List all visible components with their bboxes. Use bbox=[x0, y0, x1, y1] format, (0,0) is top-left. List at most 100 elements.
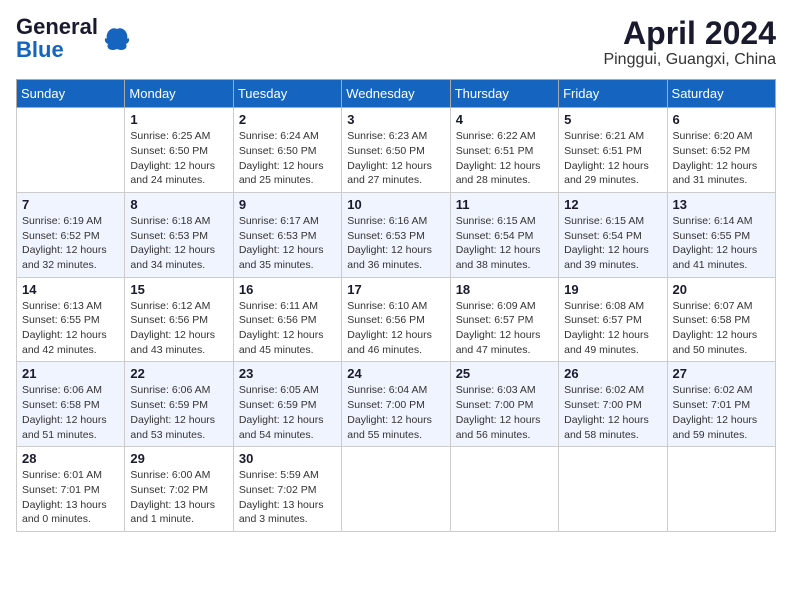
calendar-week-row: 21 Sunrise: 6:06 AMSunset: 6:58 PMDayligh… bbox=[17, 362, 776, 447]
calendar-cell: 27 Sunrise: 6:02 AMSunset: 7:01 PMDayligh… bbox=[667, 362, 775, 447]
day-number: 9 bbox=[239, 197, 336, 212]
day-number: 25 bbox=[456, 366, 553, 381]
calendar-cell: 2 Sunrise: 6:24 AMSunset: 6:50 PMDaylight… bbox=[233, 108, 341, 193]
day-info: Sunrise: 6:15 AMSunset: 6:54 PMDaylight:… bbox=[564, 214, 661, 273]
day-number: 20 bbox=[673, 282, 770, 297]
calendar-cell: 1 Sunrise: 6:25 AMSunset: 6:50 PMDaylight… bbox=[125, 108, 233, 193]
calendar-cell: 23Sunrise: 6:05 AMSunset: 6:59 PMDayligh… bbox=[233, 362, 341, 447]
day-info: Sunrise: 6:08 AMSunset: 6:57 PMDaylight:… bbox=[564, 299, 661, 358]
calendar-cell: 24Sunrise: 6:04 AMSunset: 7:00 PMDayligh… bbox=[342, 362, 450, 447]
calendar-week-row: 1 Sunrise: 6:25 AMSunset: 6:50 PMDaylight… bbox=[17, 108, 776, 193]
calendar-cell bbox=[667, 447, 775, 532]
day-number: 23 bbox=[239, 366, 336, 381]
day-number: 11 bbox=[456, 197, 553, 212]
calendar-cell: 28Sunrise: 6:01 AMSunset: 7:01 PMDayligh… bbox=[17, 447, 125, 532]
day-info: Sunrise: 5:59 AMSunset: 7:02 PMDaylight:… bbox=[239, 468, 336, 527]
calendar-cell: 14 Sunrise: 6:13 AMSunset: 6:55 PMDayligh… bbox=[17, 277, 125, 362]
calendar-header-row: SundayMondayTuesdayWednesdayThursdayFrid… bbox=[17, 80, 776, 108]
day-info: Sunrise: 6:10 AMSunset: 6:56 PMDaylight:… bbox=[347, 299, 444, 358]
day-number: 6 bbox=[673, 112, 770, 127]
day-number: 5 bbox=[564, 112, 661, 127]
day-info: Sunrise: 6:17 AMSunset: 6:53 PMDaylight:… bbox=[239, 214, 336, 273]
calendar-cell: 3Sunrise: 6:23 AMSunset: 6:50 PMDaylight… bbox=[342, 108, 450, 193]
calendar-week-row: 7 Sunrise: 6:19 AMSunset: 6:52 PMDaylight… bbox=[17, 192, 776, 277]
calendar-cell: 17 Sunrise: 6:10 AMSunset: 6:56 PMDayligh… bbox=[342, 277, 450, 362]
day-info: Sunrise: 6:15 AMSunset: 6:54 PMDaylight:… bbox=[456, 214, 553, 273]
day-number: 27 bbox=[673, 366, 770, 381]
day-info: Sunrise: 6:07 AMSunset: 6:58 PMDaylight:… bbox=[673, 299, 770, 358]
calendar-header-monday: Monday bbox=[125, 80, 233, 108]
day-number: 10 bbox=[347, 197, 444, 212]
day-number: 8 bbox=[130, 197, 227, 212]
calendar-cell: 30 Sunrise: 5:59 AMSunset: 7:02 PMDayligh… bbox=[233, 447, 341, 532]
calendar-cell: 6Sunrise: 6:20 AMSunset: 6:52 PMDaylight… bbox=[667, 108, 775, 193]
calendar-cell: 12 Sunrise: 6:15 AMSunset: 6:54 PMDayligh… bbox=[559, 192, 667, 277]
calendar-cell: 16 Sunrise: 6:11 AMSunset: 6:56 PMDayligh… bbox=[233, 277, 341, 362]
day-info: Sunrise: 6:16 AMSunset: 6:53 PMDaylight:… bbox=[347, 214, 444, 273]
calendar-cell: 29 Sunrise: 6:00 AMSunset: 7:02 PMDayligh… bbox=[125, 447, 233, 532]
calendar-cell bbox=[559, 447, 667, 532]
day-info: Sunrise: 6:03 AMSunset: 7:00 PMDaylight:… bbox=[456, 383, 553, 442]
day-number: 21 bbox=[22, 366, 119, 381]
calendar-cell: 25 Sunrise: 6:03 AMSunset: 7:00 PMDayligh… bbox=[450, 362, 558, 447]
day-info: Sunrise: 6:02 AMSunset: 7:01 PMDaylight:… bbox=[673, 383, 770, 442]
day-number: 22 bbox=[130, 366, 227, 381]
logo-text: General Blue bbox=[16, 16, 98, 62]
calendar-cell: 8 Sunrise: 6:18 AMSunset: 6:53 PMDaylight… bbox=[125, 192, 233, 277]
day-number: 13 bbox=[673, 197, 770, 212]
day-number: 15 bbox=[130, 282, 227, 297]
calendar-week-row: 14 Sunrise: 6:13 AMSunset: 6:55 PMDayligh… bbox=[17, 277, 776, 362]
day-info: Sunrise: 6:25 AMSunset: 6:50 PMDaylight:… bbox=[130, 129, 227, 188]
day-number: 4 bbox=[456, 112, 553, 127]
calendar-header-thursday: Thursday bbox=[450, 80, 558, 108]
calendar-week-row: 28Sunrise: 6:01 AMSunset: 7:01 PMDayligh… bbox=[17, 447, 776, 532]
logo-bird-icon bbox=[102, 24, 132, 54]
day-number: 17 bbox=[347, 282, 444, 297]
logo-general: General bbox=[16, 14, 98, 39]
day-number: 7 bbox=[22, 197, 119, 212]
day-info: Sunrise: 6:11 AMSunset: 6:56 PMDaylight:… bbox=[239, 299, 336, 358]
day-number: 24 bbox=[347, 366, 444, 381]
day-number: 2 bbox=[239, 112, 336, 127]
day-info: Sunrise: 6:13 AMSunset: 6:55 PMDaylight:… bbox=[22, 299, 119, 358]
calendar-cell: 15 Sunrise: 6:12 AMSunset: 6:56 PMDayligh… bbox=[125, 277, 233, 362]
calendar-cell bbox=[17, 108, 125, 193]
calendar-header-saturday: Saturday bbox=[667, 80, 775, 108]
day-number: 30 bbox=[239, 451, 336, 466]
day-info: Sunrise: 6:02 AMSunset: 7:00 PMDaylight:… bbox=[564, 383, 661, 442]
calendar-cell: 9 Sunrise: 6:17 AMSunset: 6:53 PMDaylight… bbox=[233, 192, 341, 277]
day-number: 14 bbox=[22, 282, 119, 297]
location-title: Pinggui, Guangxi, China bbox=[603, 51, 776, 69]
day-number: 26 bbox=[564, 366, 661, 381]
day-info: Sunrise: 6:06 AMSunset: 6:58 PMDaylight:… bbox=[22, 383, 119, 442]
month-title: April 2024 bbox=[603, 16, 776, 51]
calendar-cell: 20 Sunrise: 6:07 AMSunset: 6:58 PMDayligh… bbox=[667, 277, 775, 362]
logo-blue: Blue bbox=[16, 37, 64, 62]
calendar-cell: 18 Sunrise: 6:09 AMSunset: 6:57 PMDayligh… bbox=[450, 277, 558, 362]
day-info: Sunrise: 6:19 AMSunset: 6:52 PMDaylight:… bbox=[22, 214, 119, 273]
title-block: April 2024 Pinggui, Guangxi, China bbox=[603, 16, 776, 69]
calendar-cell: 10 Sunrise: 6:16 AMSunset: 6:53 PMDayligh… bbox=[342, 192, 450, 277]
calendar-cell: 26 Sunrise: 6:02 AMSunset: 7:00 PMDayligh… bbox=[559, 362, 667, 447]
day-info: Sunrise: 6:23 AMSunset: 6:50 PMDaylight:… bbox=[347, 129, 444, 188]
day-info: Sunrise: 6:00 AMSunset: 7:02 PMDaylight:… bbox=[130, 468, 227, 527]
calendar-cell bbox=[342, 447, 450, 532]
calendar-header-sunday: Sunday bbox=[17, 80, 125, 108]
day-info: Sunrise: 6:14 AMSunset: 6:55 PMDaylight:… bbox=[673, 214, 770, 273]
day-info: Sunrise: 6:24 AMSunset: 6:50 PMDaylight:… bbox=[239, 129, 336, 188]
day-info: Sunrise: 6:12 AMSunset: 6:56 PMDaylight:… bbox=[130, 299, 227, 358]
day-number: 1 bbox=[130, 112, 227, 127]
day-info: Sunrise: 6:22 AMSunset: 6:51 PMDaylight:… bbox=[456, 129, 553, 188]
day-info: Sunrise: 6:06 AMSunset: 6:59 PMDaylight:… bbox=[130, 383, 227, 442]
day-number: 16 bbox=[239, 282, 336, 297]
day-number: 12 bbox=[564, 197, 661, 212]
calendar-cell: 22 Sunrise: 6:06 AMSunset: 6:59 PMDayligh… bbox=[125, 362, 233, 447]
day-number: 18 bbox=[456, 282, 553, 297]
day-info: Sunrise: 6:18 AMSunset: 6:53 PMDaylight:… bbox=[130, 214, 227, 273]
day-number: 28 bbox=[22, 451, 119, 466]
calendar-header-wednesday: Wednesday bbox=[342, 80, 450, 108]
calendar-cell: 13 Sunrise: 6:14 AMSunset: 6:55 PMDayligh… bbox=[667, 192, 775, 277]
day-info: Sunrise: 6:09 AMSunset: 6:57 PMDaylight:… bbox=[456, 299, 553, 358]
day-number: 29 bbox=[130, 451, 227, 466]
calendar-cell: 4 Sunrise: 6:22 AMSunset: 6:51 PMDaylight… bbox=[450, 108, 558, 193]
